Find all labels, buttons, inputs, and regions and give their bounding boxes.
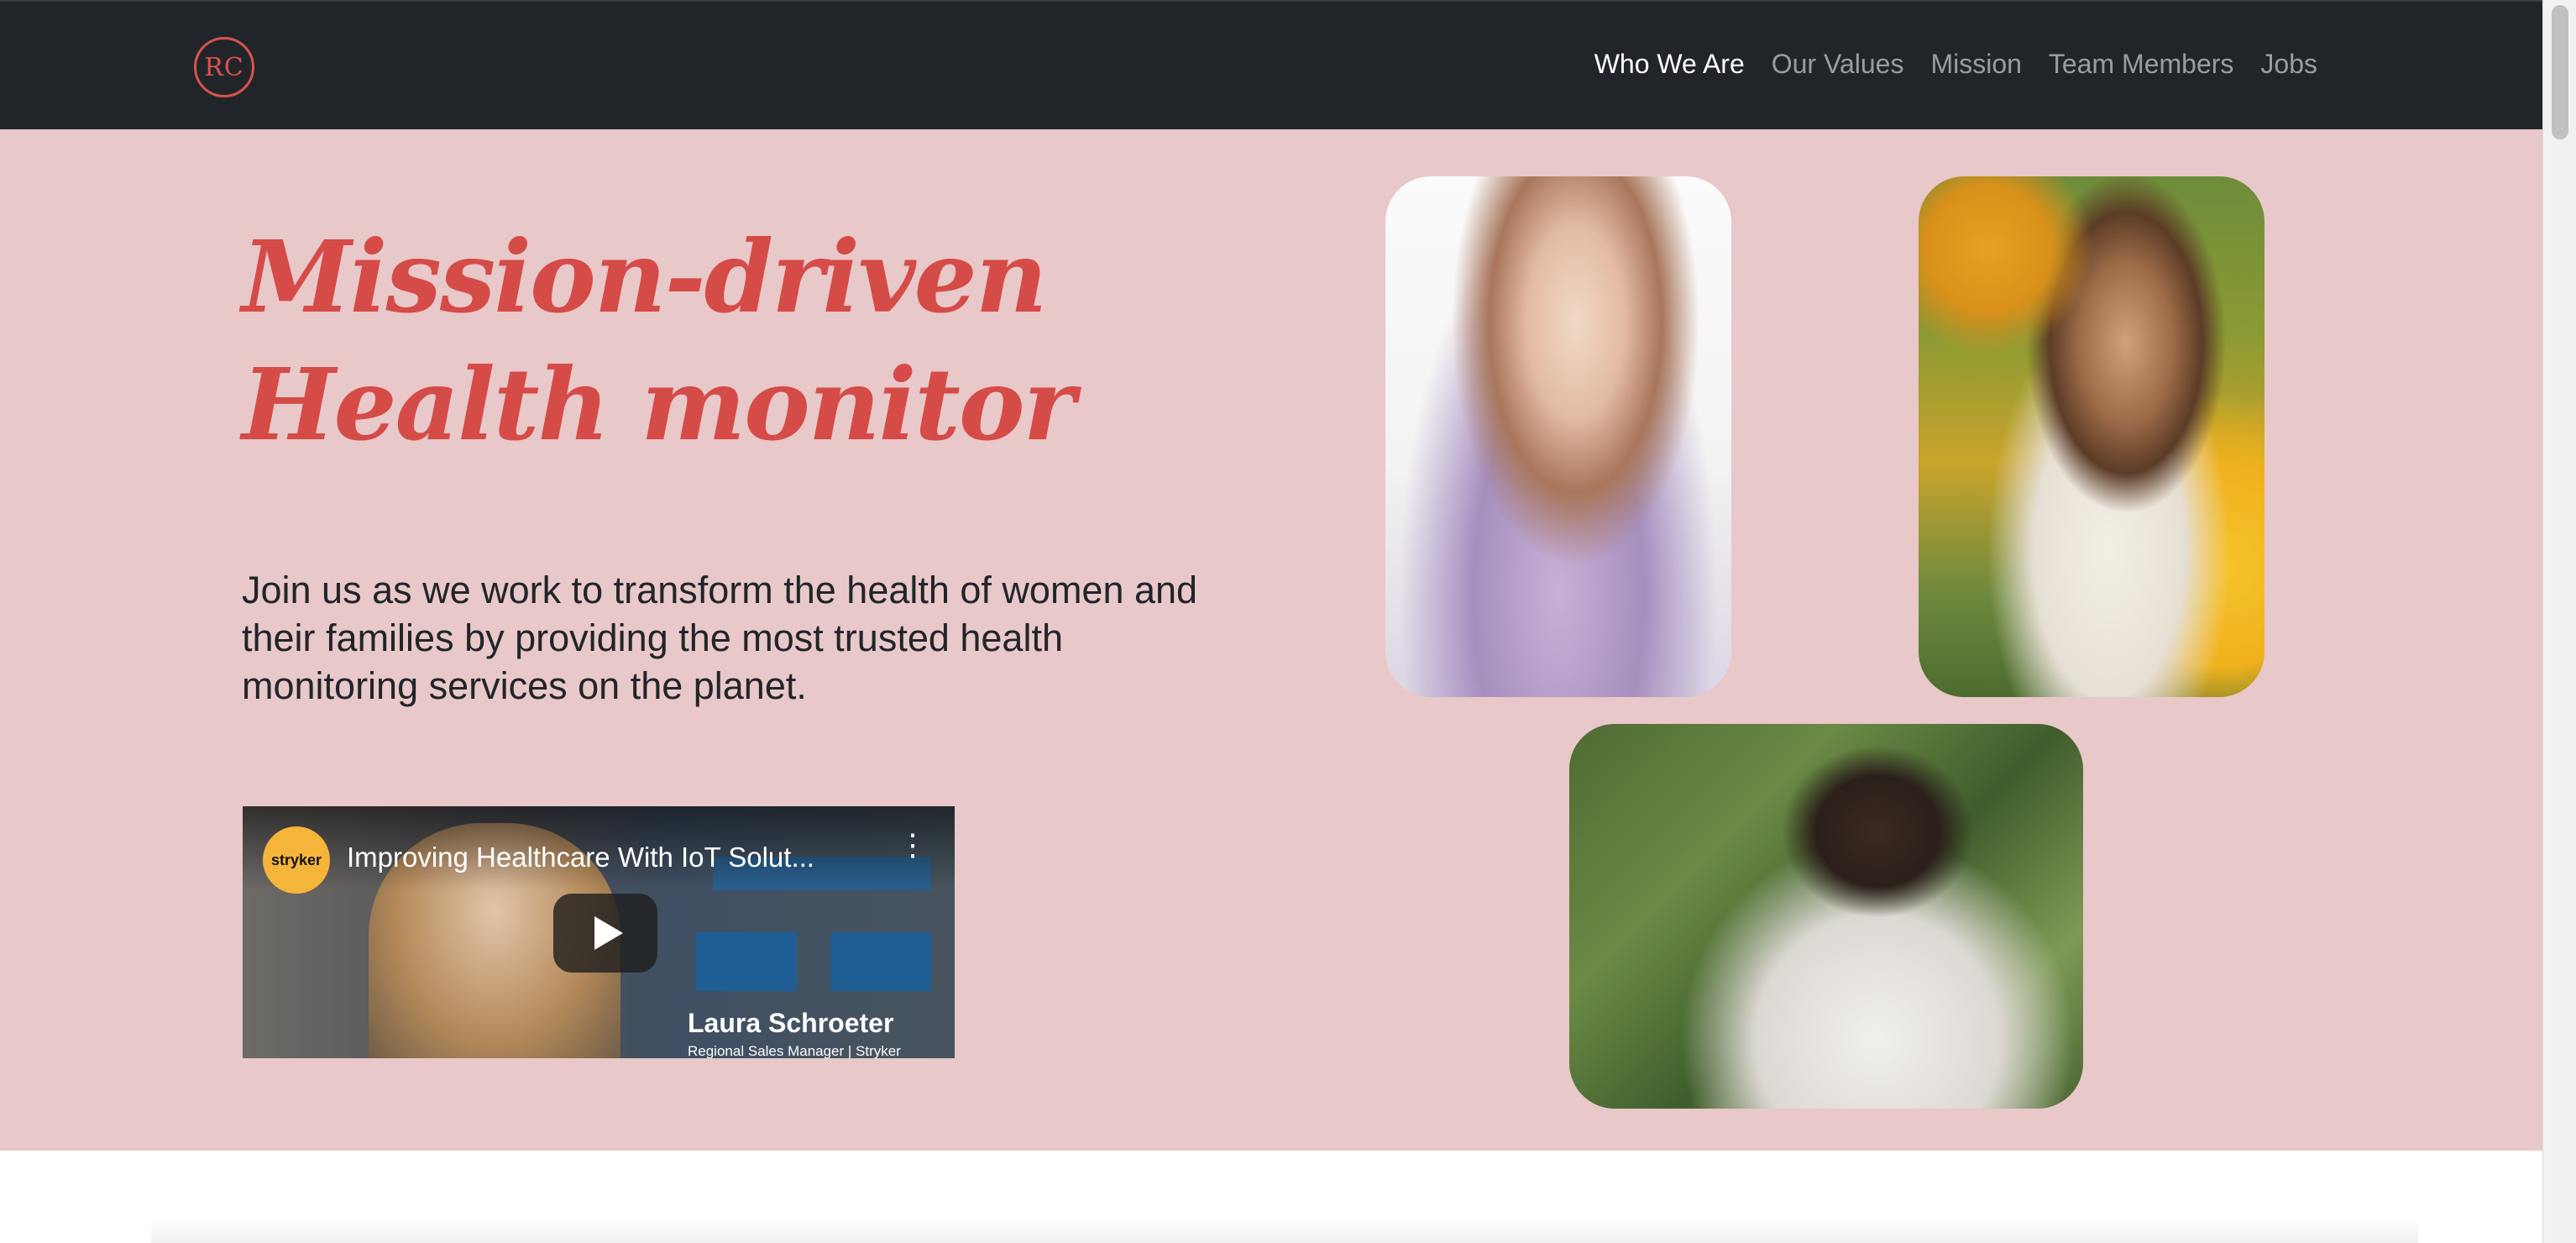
video-title[interactable]: Improving Healthcare With IoT Solut... (347, 842, 814, 873)
woman-portrait-photo-1 (1385, 176, 1731, 697)
page-scrollbar[interactable] (2542, 0, 2576, 1243)
top-navbar: RC Who We Are Our Values Mission Team Me… (0, 0, 2542, 129)
main-nav: Who We Are Our Values Mission Team Membe… (1594, 49, 2317, 80)
headline-line-1: Mission-driven (242, 218, 1048, 335)
play-button[interactable] (553, 894, 657, 973)
scrollbar-thumb[interactable] (2552, 5, 2568, 139)
woman-sunflower-photo (1919, 176, 2264, 697)
nav-link-team-members[interactable]: Team Members (2049, 49, 2234, 80)
lower-third-role: Regional Sales Manager | Stryker (688, 1043, 901, 1058)
woman-greenery-photo (1569, 724, 2083, 1109)
channel-avatar[interactable]: stryker (263, 826, 330, 894)
hero-section: Mission-driven Health monitor Join us as… (0, 129, 2542, 1151)
brand-logo[interactable]: RC (194, 37, 254, 97)
nav-link-who-we-are[interactable]: Who We Are (1594, 49, 1745, 80)
play-icon (594, 916, 623, 950)
nav-link-our-values[interactable]: Our Values (1772, 49, 1904, 80)
hero-headline: Mission-driven Health monitor (242, 213, 1249, 469)
lower-third-name: Laura Schroeter (688, 1008, 894, 1038)
nav-link-jobs[interactable]: Jobs (2260, 49, 2317, 80)
kebab-menu-icon[interactable]: ⋮ (898, 830, 928, 860)
nav-link-mission[interactable]: Mission (1930, 49, 2021, 80)
hero-lead-text: Join us as we work to transform the heal… (242, 569, 1198, 707)
headline-line-2: Health monitor (242, 346, 1076, 463)
video-embed[interactable]: stryker Improving Healthcare With IoT So… (243, 806, 955, 1058)
